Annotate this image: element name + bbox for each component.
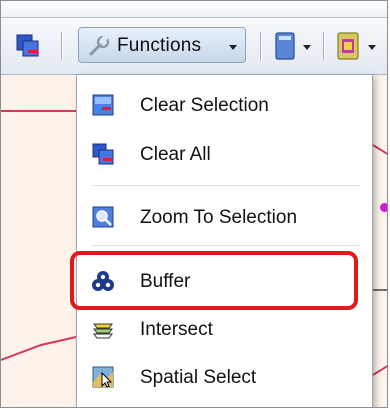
map-boundary-line <box>372 144 387 155</box>
menu-item-label: Buffer <box>140 271 191 292</box>
toolbar: Functions <box>1 18 387 75</box>
app-frame: Functions Clear Selection Clear All Zoom… <box>0 0 388 408</box>
menu-item-clear-all[interactable]: Clear All <box>77 132 372 176</box>
menu-separator <box>92 245 360 246</box>
map-boundary-line <box>1 336 77 361</box>
intersect-icon <box>93 323 113 339</box>
layer-panel-icon[interactable] <box>274 31 296 61</box>
menu-item-label: Clear All <box>140 144 211 165</box>
menu-item-buffer[interactable]: Buffer <box>77 259 372 303</box>
buffer-icon <box>92 271 114 291</box>
functions-label: Functions <box>117 35 202 56</box>
clear-selection-icon <box>92 94 114 116</box>
map-point-marker <box>380 203 387 212</box>
toolbar-separator <box>61 32 62 60</box>
toolbar-separator <box>323 32 324 60</box>
menu-item-label: Zoom To Selection <box>140 207 298 228</box>
functions-button[interactable]: Functions <box>78 27 246 63</box>
chevron-down-icon[interactable] <box>303 45 311 50</box>
functions-menu: Clear Selection Clear All Zoom To Select… <box>76 74 373 407</box>
menu-separator <box>92 185 360 186</box>
menu-item-label: Intersect <box>140 319 213 340</box>
chevron-down-icon[interactable] <box>368 45 376 50</box>
top-strip <box>1 1 387 18</box>
menu-item-clear-selection[interactable]: Clear Selection <box>77 83 372 127</box>
clear-all-icon <box>92 143 114 165</box>
report-icon[interactable] <box>336 31 360 61</box>
toolbar-separator <box>260 32 261 60</box>
menu-item-label: Spatial Select <box>140 367 257 388</box>
spatial-select-icon <box>92 366 114 388</box>
clear-all-icon[interactable] <box>15 33 41 59</box>
wrench-icon <box>89 35 110 56</box>
menu-item-spatial-select[interactable]: Spatial Select <box>77 355 372 399</box>
chevron-down-icon <box>229 45 237 50</box>
map-boundary-line <box>372 365 387 376</box>
menu-item-label: Clear Selection <box>140 95 269 116</box>
menu-item-intersect[interactable]: Intersect <box>77 307 372 351</box>
zoom-to-selection-icon <box>92 206 114 228</box>
menu-item-zoom-to-selection[interactable]: Zoom To Selection <box>77 195 372 239</box>
